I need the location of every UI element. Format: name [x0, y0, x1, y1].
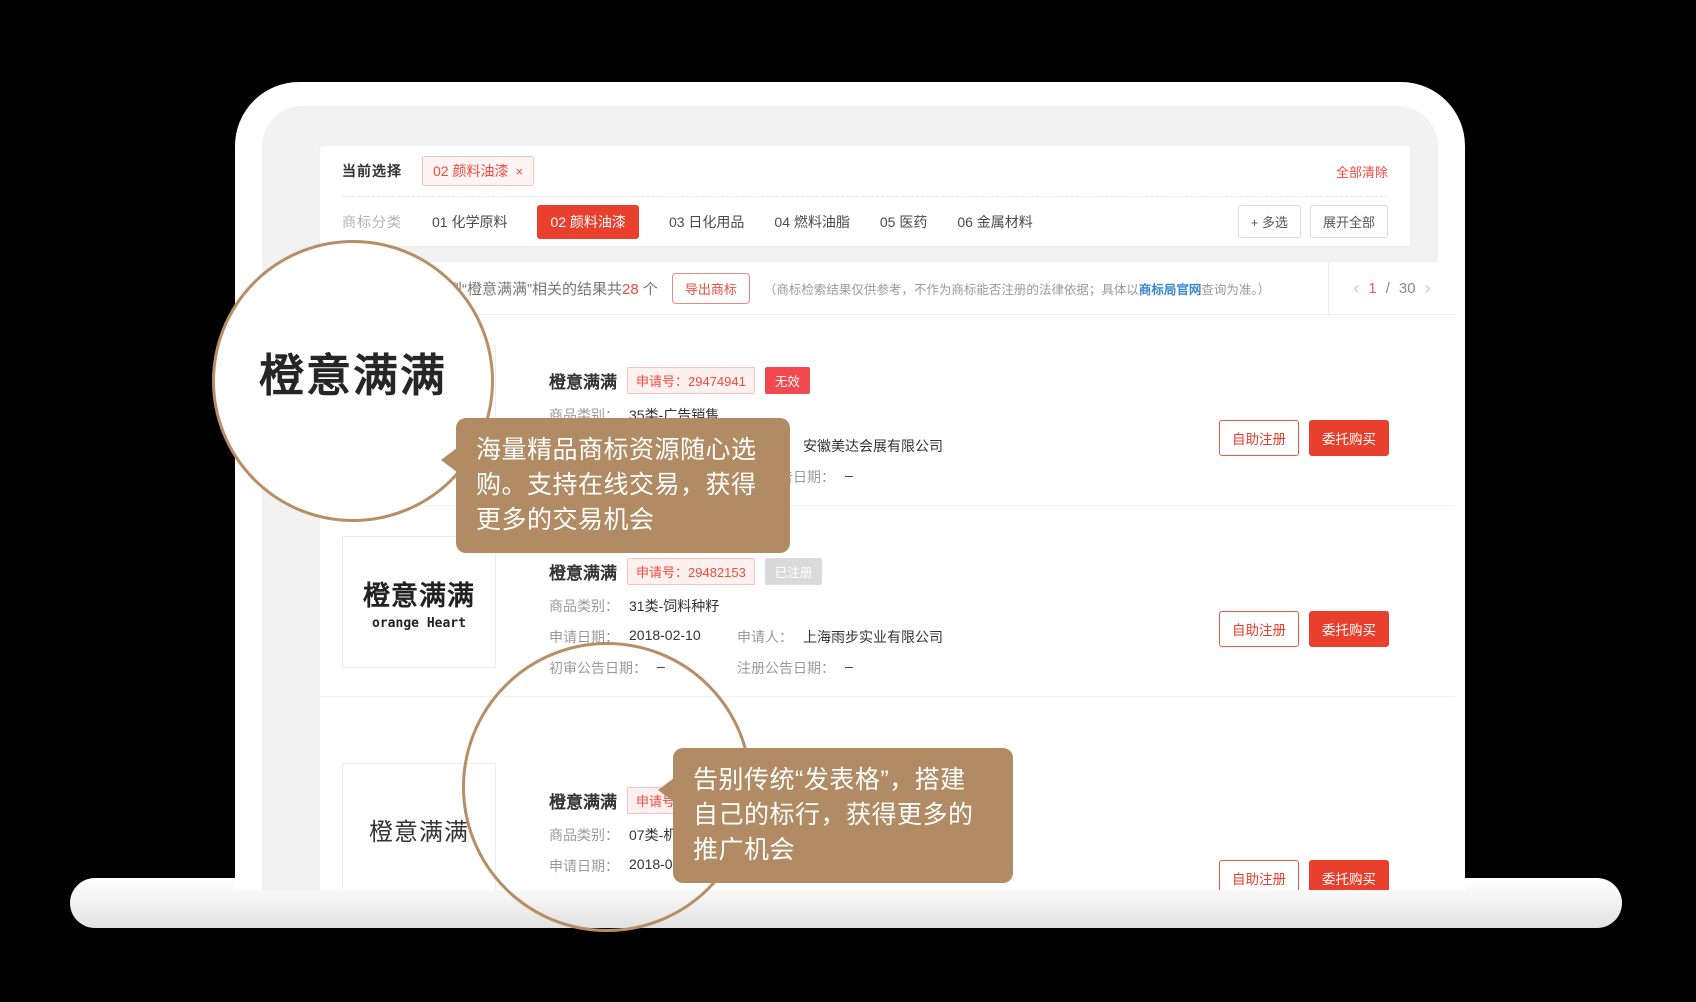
self-register-button[interactable]: 自助注册	[1219, 860, 1299, 890]
current-selection-row: 当前选择 02 颜料油漆 × 全部清除	[320, 146, 1410, 196]
filter-card: 当前选择 02 颜料油漆 × 全部清除 商标分类 01 化学原料 02 颜料油漆…	[320, 146, 1410, 246]
stage: 当前选择 02 颜料油漆 × 全部清除 商标分类 01 化学原料 02 颜料油漆…	[0, 0, 1696, 1002]
magnified-trademark-text: 橙意满满	[259, 339, 447, 404]
status-badge-invalid: 无效	[765, 367, 810, 394]
field-value: 安徽美达会展有限公司	[803, 436, 943, 456]
multi-select-button[interactable]: + 多选	[1238, 205, 1301, 238]
trademark-thumbnail-2[interactable]: 橙意满满 orange Heart	[342, 536, 496, 668]
current-page: 1	[1368, 280, 1376, 297]
category-actions: + 多选 展开全部	[1238, 205, 1388, 238]
page-separator: /	[1386, 280, 1390, 297]
row-actions: 自助注册 委托购买	[1219, 860, 1389, 890]
prev-page-icon[interactable]: ‹	[1353, 278, 1359, 299]
field-value: –	[845, 658, 853, 678]
trademark-office-link[interactable]: 商标局官网	[1139, 283, 1202, 297]
category-item-04[interactable]: 04 燃料油脂	[774, 212, 849, 232]
category-row: 商标分类 01 化学原料 02 颜料油漆 03 日化用品 04 燃料油脂 05 …	[320, 197, 1410, 246]
results-count: 28	[622, 281, 639, 298]
entrust-buy-button[interactable]: 委托购买	[1309, 860, 1389, 890]
category-item-02-selected[interactable]: 02 颜料油漆	[537, 205, 638, 239]
tooltip-promotion: 告别传统“发表格”，搭建 自己的标行，获得更多的 推广机会	[673, 748, 1013, 883]
expand-all-button[interactable]: 展开全部	[1310, 205, 1388, 238]
field-label: 申请人：	[737, 627, 793, 647]
trademark-name[interactable]: 橙意满满	[549, 368, 617, 393]
thumbnail-subtext: orange Heart	[372, 616, 466, 631]
row-actions: 自助注册 委托购买	[1219, 611, 1389, 647]
tooltip-promotion-text: 告别传统“发表格”，搭建 自己的标行，获得更多的 推广机会	[693, 766, 974, 864]
next-page-icon[interactable]: ›	[1425, 278, 1431, 299]
tooltip-marketplace: 海量精品商标资源随心选 购。支持在线交易，获得 更多的交易机会	[456, 418, 790, 553]
self-register-button[interactable]: 自助注册	[1219, 420, 1299, 456]
total-pages: 30	[1399, 280, 1416, 297]
results-header: 当前分类下检索到“橙意满满”相关的结果共28 个 导出商标 （商标检索结果仅供参…	[320, 262, 1455, 315]
status-badge-registered: 已注册	[765, 558, 823, 585]
category-bar-label: 商标分类	[342, 212, 402, 232]
category-item-05[interactable]: 05 医药	[880, 212, 927, 232]
trademark-name[interactable]: 橙意满满	[549, 559, 617, 584]
category-item-06[interactable]: 06 金属材料	[957, 212, 1032, 232]
tooltip-marketplace-text: 海量精品商标资源随心选 购。支持在线交易，获得 更多的交易机会	[476, 436, 757, 534]
entrust-buy-button[interactable]: 委托购买	[1309, 420, 1389, 456]
pagination: ‹ 1 / 30 ›	[1328, 262, 1455, 314]
self-register-button[interactable]: 自助注册	[1219, 611, 1299, 647]
field-value: 上海雨步实业有限公司	[803, 627, 943, 647]
field-label: 商品类别：	[549, 596, 619, 616]
selected-filter-tag[interactable]: 02 颜料油漆 ×	[422, 156, 534, 186]
row-actions: 自助注册 委托购买	[1219, 420, 1389, 456]
category-item-03[interactable]: 03 日化用品	[669, 212, 744, 232]
category-item-01[interactable]: 01 化学原料	[432, 212, 507, 232]
field-label: 注册公告日期：	[737, 658, 835, 678]
clear-all-link[interactable]: 全部清除	[1336, 162, 1388, 181]
application-number-tag: 申请号：29474941	[627, 367, 755, 394]
selected-filter-tag-text: 02 颜料油漆	[433, 161, 508, 181]
entrust-buy-button[interactable]: 委托购买	[1309, 611, 1389, 647]
field-value: 31类-饲料种籽	[629, 596, 719, 616]
current-selection-label: 当前选择	[342, 161, 402, 181]
disclaimer-text: （商标检索结果仅供参考，不作为商标能否注册的法律依据；具体以商标局官网查询为准。…	[764, 279, 1270, 298]
application-number-tag: 申请号：29482153	[627, 558, 755, 585]
remove-filter-icon[interactable]: ×	[515, 164, 523, 179]
export-button[interactable]: 导出商标	[672, 273, 750, 304]
magnifier-bubble-1: 橙意满满	[212, 240, 494, 522]
field-value: 2018-02-10	[629, 627, 701, 647]
field-value: –	[845, 467, 853, 487]
